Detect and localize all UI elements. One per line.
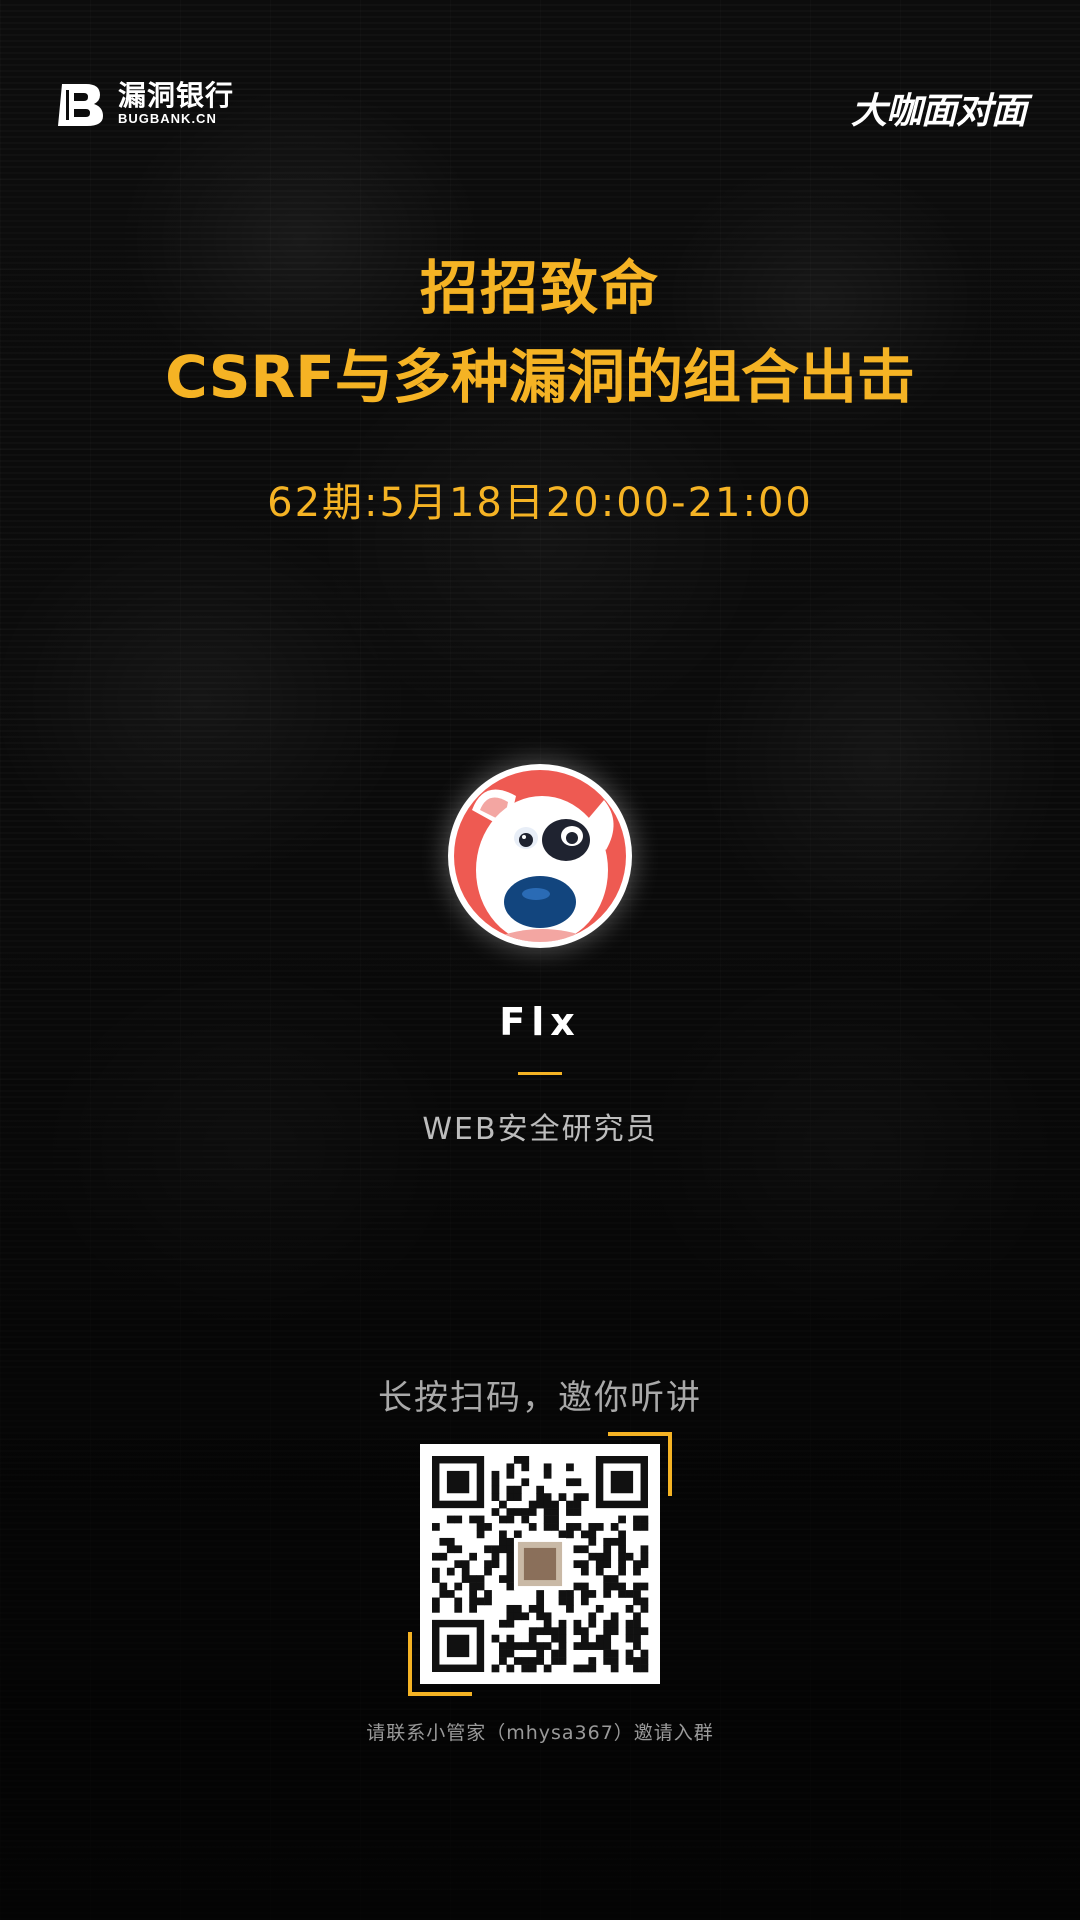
speaker-role: WEB安全研究员 [422, 1112, 658, 1147]
speaker-name: Flx [499, 1000, 581, 1044]
qr-contact-text: 请联系小管家（mhysa367）邀请入群 [366, 1722, 714, 1744]
speaker-avatar [448, 764, 632, 948]
brand-logo: 漏洞银行 BUGBANK.CN [56, 80, 234, 128]
scan-hint: 长按扫码，邀你听讲 [378, 1378, 702, 1418]
event-schedule: 62期:5月18日20:00-21:00 [267, 480, 813, 526]
cartoon-dog-avatar-icon [454, 770, 626, 942]
qr-code-frame[interactable] [408, 1432, 672, 1696]
speaker-divider [518, 1072, 562, 1075]
bugbank-logo-icon [56, 80, 110, 128]
qr-code-icon[interactable] [420, 1444, 660, 1684]
event-title: 招招致命 CSRF与多种漏洞的组合出击 [0, 248, 1080, 422]
program-logo: 大咖面对面 [850, 91, 1027, 132]
brand-name: 漏洞银行 [118, 79, 235, 112]
event-title-line2: CSRF与多种漏洞的组合出击 [165, 343, 915, 411]
event-title-line1: 招招致命 [419, 254, 660, 322]
brand-domain: BUGBANK.CN [118, 111, 217, 126]
